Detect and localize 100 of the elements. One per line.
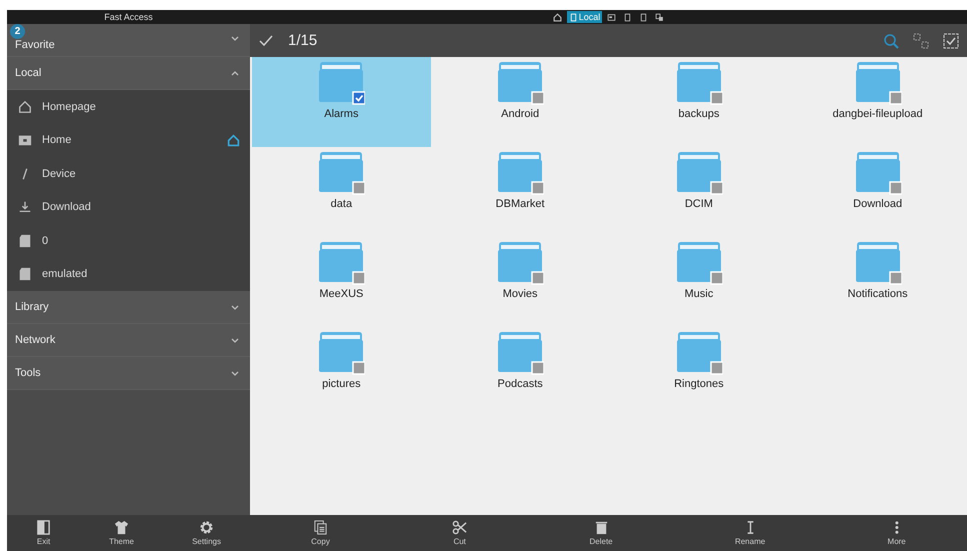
folder-tile[interactable]: Alarms <box>252 57 431 147</box>
sidebar-section[interactable]: Library <box>7 291 250 324</box>
copy-icon <box>313 520 328 535</box>
checkbox[interactable] <box>888 91 902 105</box>
sidebar-item[interactable]: Download <box>7 190 250 224</box>
exit-icon <box>36 520 52 535</box>
folder-name: DCIM <box>684 198 713 210</box>
sidebar-action[interactable]: Settings <box>188 518 225 548</box>
folder-icon <box>319 332 364 372</box>
sidebar-item[interactable]: emulated <box>7 258 250 291</box>
folder-name: Movies <box>502 288 538 300</box>
folder-icon <box>856 62 900 102</box>
folder-icon <box>676 62 721 102</box>
checkbox[interactable] <box>352 271 366 285</box>
grid-select-icon[interactable] <box>913 32 929 48</box>
folder-icon <box>498 242 542 282</box>
action-button[interactable]: Rename <box>730 518 770 548</box>
download-icon <box>18 200 32 214</box>
folder-icon <box>18 133 32 148</box>
folder-tile[interactable]: Notifications <box>788 237 967 327</box>
item-label: Download <box>42 201 92 214</box>
search-icon[interactable] <box>883 32 899 48</box>
settings-icon <box>199 520 214 535</box>
sidebar-item[interactable]: Home <box>7 124 250 157</box>
folder-icon <box>676 152 721 192</box>
folder-name: Alarms <box>324 108 358 120</box>
item-label: Home <box>42 134 72 146</box>
select-all-icon[interactable] <box>943 32 959 48</box>
folder-name: MeeXUS <box>319 288 364 300</box>
item-label: emulated <box>42 268 88 280</box>
folder-icon <box>319 242 364 282</box>
folder-tile[interactable]: Movies <box>430 237 610 327</box>
folder-icon <box>498 152 542 192</box>
location-tab[interactable] <box>550 11 564 23</box>
sd-card-icon <box>18 234 32 248</box>
shirt-icon <box>114 520 130 535</box>
folder-name: Music <box>684 288 714 300</box>
checkbox[interactable] <box>352 361 366 375</box>
panel-title: Fast Access <box>7 10 250 24</box>
item-label: Device <box>42 168 77 180</box>
folder-tile[interactable]: Podcasts <box>430 327 610 417</box>
checkbox[interactable] <box>888 271 902 285</box>
folder-icon <box>856 152 900 192</box>
checkbox[interactable] <box>531 271 544 285</box>
sidebar-item[interactable]: Device <box>7 157 250 190</box>
folder-name: DBMarket <box>496 198 545 210</box>
action-button[interactable]: Cut <box>448 518 472 548</box>
folder-tile[interactable]: Music <box>610 237 788 327</box>
checkbox[interactable] <box>352 181 366 195</box>
folder-name: Ringtones <box>674 378 724 390</box>
selection-count: 1/15 <box>288 32 318 49</box>
sidebar-section[interactable]: Tools <box>7 357 250 390</box>
folder-tile[interactable]: Android <box>430 57 610 147</box>
sidebar-item[interactable]: Homepage <box>7 90 250 124</box>
scissors-icon <box>452 520 468 535</box>
folder-tile[interactable]: data <box>252 147 431 237</box>
folder-name: pictures <box>322 378 361 390</box>
checkbox[interactable] <box>352 91 366 105</box>
checkbox[interactable] <box>531 91 544 105</box>
folder-tile[interactable]: MeeXUS <box>252 237 431 327</box>
action-button[interactable]: Copy <box>307 518 334 548</box>
folder-tile[interactable]: DBMarket <box>430 147 610 237</box>
folder-tile[interactable]: pictures <box>252 327 431 417</box>
folder-tile[interactable]: Download <box>788 147 967 237</box>
home-marker-icon <box>227 134 240 147</box>
trash-icon <box>594 520 609 535</box>
folder-icon <box>676 242 721 282</box>
folder-tile[interactable]: Ringtones <box>610 327 788 417</box>
folder-name: backups <box>678 108 720 120</box>
folder-icon <box>319 152 364 192</box>
folder-name: Download <box>853 198 902 210</box>
location-tab[interactable]: Local <box>566 11 602 23</box>
action-button[interactable]: More <box>884 518 910 548</box>
checkbox[interactable] <box>888 181 902 195</box>
folder-icon <box>498 332 542 372</box>
check-icon[interactable] <box>258 32 274 48</box>
house-icon <box>552 12 562 22</box>
sidebar-section[interactable]: Local <box>7 57 250 90</box>
folder-tile[interactable]: backups <box>610 57 788 147</box>
checkbox[interactable] <box>710 91 723 105</box>
item-label: Homepage <box>42 100 97 113</box>
house-icon <box>18 100 32 114</box>
folder-tile[interactable]: DCIM <box>610 147 788 237</box>
checkbox[interactable] <box>531 181 544 195</box>
checkbox[interactable] <box>531 361 544 375</box>
folder-name: Podcasts <box>498 378 543 390</box>
checkbox[interactable] <box>710 271 723 285</box>
folder-tile[interactable]: dangbei-fileupload <box>788 57 967 147</box>
folder-name: Android <box>501 108 540 120</box>
checkbox[interactable] <box>710 181 723 195</box>
folder-icon <box>676 332 721 372</box>
action-button[interactable]: Delete <box>586 518 617 548</box>
folder-name: dangbei-fileupload <box>832 108 923 120</box>
sidebar-item[interactable]: 0 <box>7 224 250 258</box>
sidebar-section[interactable]: Network <box>7 324 250 357</box>
folder-icon <box>856 242 900 282</box>
sidebar-action[interactable]: Exit <box>32 518 56 548</box>
window-icon <box>607 12 616 22</box>
checkbox[interactable] <box>710 361 723 375</box>
sidebar-action[interactable]: Theme <box>105 518 138 548</box>
